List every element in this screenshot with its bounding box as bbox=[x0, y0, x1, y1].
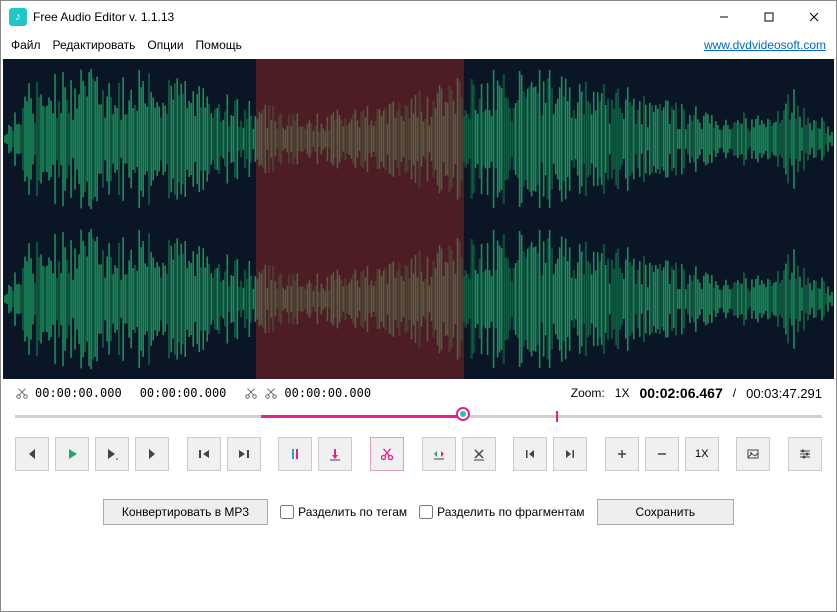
menubar: Файл Редактировать Опции Помощь www.dvdv… bbox=[1, 33, 836, 57]
cut-button[interactable] bbox=[370, 437, 404, 471]
close-button[interactable] bbox=[791, 1, 836, 33]
waveform-display[interactable] bbox=[3, 59, 834, 379]
titlebar: ♪ Free Audio Editor v. 1.1.13 bbox=[1, 1, 836, 33]
split-by-tags-label: Разделить по тегам bbox=[298, 505, 407, 519]
sel-to-start-button[interactable] bbox=[513, 437, 547, 471]
time-info-row: 00:00:00.000 00:00:00.000 00:00:00.000 Z… bbox=[1, 379, 836, 403]
time-separator: / bbox=[733, 386, 736, 400]
sel-to-end-button[interactable] bbox=[553, 437, 587, 471]
seek-cursor[interactable] bbox=[556, 411, 558, 422]
convert-mp3-button[interactable]: Конвертировать в MP3 bbox=[103, 499, 268, 525]
total-duration: 00:03:47.291 bbox=[746, 386, 822, 401]
selection-start-time: 00:00:00.000 bbox=[35, 386, 122, 400]
app-icon: ♪ bbox=[9, 8, 27, 26]
next-button[interactable] bbox=[135, 437, 169, 471]
scissors-icon bbox=[15, 386, 29, 400]
marker-add-button[interactable] bbox=[278, 437, 312, 471]
playback-position: 00:02:06.467 bbox=[639, 385, 722, 401]
marker-download-button[interactable] bbox=[318, 437, 352, 471]
seek-playhead[interactable] bbox=[456, 407, 470, 421]
play-selection-button[interactable] bbox=[95, 437, 129, 471]
split-by-fragments-label: Разделить по фрагментам bbox=[437, 505, 584, 519]
delete-button[interactable] bbox=[462, 437, 496, 471]
main-toolbar: 1X bbox=[1, 433, 836, 481]
split-by-fragments-checkbox[interactable]: Разделить по фрагментам bbox=[419, 505, 584, 519]
zoom-out-button[interactable] bbox=[645, 437, 679, 471]
menu-help[interactable]: Помощь bbox=[196, 38, 242, 52]
scissors-icon bbox=[244, 386, 258, 400]
maximize-button[interactable] bbox=[746, 1, 791, 33]
skip-back-button[interactable] bbox=[187, 437, 221, 471]
minimize-button[interactable] bbox=[701, 1, 746, 33]
zoom-value: 1X bbox=[615, 386, 630, 400]
image-button[interactable] bbox=[736, 437, 770, 471]
scissors-icon bbox=[264, 386, 278, 400]
zoom-label: Zoom: bbox=[571, 386, 605, 400]
cut-time: 00:00:00.000 bbox=[284, 386, 371, 400]
menu-file[interactable]: Файл bbox=[11, 38, 41, 52]
zoom-in-button[interactable] bbox=[605, 437, 639, 471]
selection-overlay bbox=[256, 59, 464, 379]
selection-end-time: 00:00:00.000 bbox=[140, 386, 227, 400]
menu-edit[interactable]: Редактировать bbox=[53, 38, 136, 52]
website-link[interactable]: www.dvdvideosoft.com bbox=[704, 38, 826, 52]
window-title: Free Audio Editor v. 1.1.13 bbox=[33, 10, 701, 24]
settings-button[interactable] bbox=[788, 437, 822, 471]
play-button[interactable] bbox=[55, 437, 89, 471]
seek-selection bbox=[261, 415, 463, 418]
split-by-tags-checkbox[interactable]: Разделить по тегам bbox=[280, 505, 407, 519]
save-button[interactable]: Сохранить bbox=[597, 499, 735, 525]
zoom-reset-button[interactable]: 1X bbox=[685, 437, 719, 471]
menu-options[interactable]: Опции bbox=[147, 38, 183, 52]
prev-button[interactable] bbox=[15, 437, 49, 471]
bottom-bar: Конвертировать в MP3 Разделить по тегам … bbox=[1, 481, 836, 543]
seek-bar[interactable] bbox=[15, 407, 822, 425]
skip-forward-button[interactable] bbox=[227, 437, 261, 471]
trim-outside-button[interactable] bbox=[422, 437, 456, 471]
